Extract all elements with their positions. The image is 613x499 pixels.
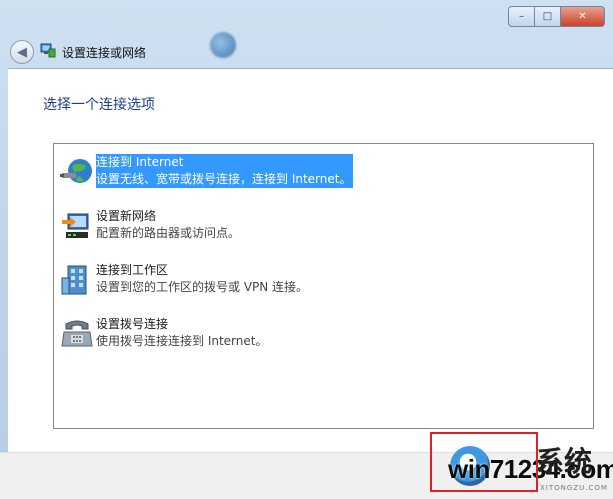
minimize-button[interactable]: – — [508, 6, 535, 27]
option-connect-workplace[interactable]: 连接到工作区 设置到您的工作区的拨号或 VPN 连接。 — [60, 262, 580, 302]
option-title: 设置拨号连接 — [96, 317, 169, 331]
content-area: 选择一个连接选项 连接到 Internet 设置无线、宽带或拨号连接，连接到 I… — [8, 68, 613, 453]
option-setup-network[interactable]: 设置新网络 配置新的路由器或访问点。 — [60, 208, 580, 248]
globe-network-icon — [60, 159, 92, 183]
option-text: 连接到工作区 设置到您的工作区的拨号或 VPN 连接。 — [96, 262, 308, 296]
option-description: 设置无线、宽带或拨号连接，连接到 Internet。 — [96, 172, 352, 186]
page-heading: 选择一个连接选项 — [43, 97, 155, 113]
option-text: 连接到 Internet 设置无线、宽带或拨号连接，连接到 Internet。 — [96, 154, 354, 188]
window-controls: – □ ✕ — [508, 6, 605, 27]
back-button[interactable]: ◀ — [10, 40, 34, 64]
close-button[interactable]: ✕ — [561, 6, 605, 27]
router-setup-icon — [62, 213, 89, 238]
option-description: 使用拨号连接连接到 Internet。 — [96, 334, 268, 348]
option-setup-dialup[interactable]: 设置拨号连接 使用拨号连接连接到 Internet。 — [60, 316, 580, 356]
option-text: 设置拨号连接 使用拨号连接连接到 Internet。 — [96, 316, 267, 350]
connection-options-list: 连接到 Internet 设置无线、宽带或拨号连接，连接到 Internet。 … — [53, 143, 594, 429]
back-arrow-icon: ◀ — [17, 44, 27, 60]
watermark-brand: 系统 — [536, 445, 593, 478]
option-connect-internet[interactable]: 连接到 Internet 设置无线、宽带或拨号连接，连接到 Internet。 — [60, 154, 580, 194]
dialup-phone-icon — [61, 320, 93, 347]
highlight-box — [430, 432, 538, 492]
option-title: 连接到工作区 — [96, 263, 169, 277]
title-bar: – □ ✕ ◀ 设置连接或网络 — [0, 0, 613, 68]
window-title: 设置连接或网络 — [62, 46, 147, 60]
option-description: 设置到您的工作区的拨号或 VPN 连接。 — [96, 280, 309, 294]
option-text: 设置新网络 配置新的路由器或访问点。 — [96, 208, 240, 242]
network-setup-icon — [40, 43, 56, 58]
option-title: 连接到 Internet — [96, 155, 184, 169]
window-frame: – □ ✕ ◀ 设置连接或网络 选择一个连接选项 连接到 Internet 设置… — [0, 0, 613, 499]
option-description: 配置新的路由器或访问点。 — [96, 226, 241, 240]
workplace-building-icon — [61, 265, 87, 295]
blurred-globe-icon — [210, 32, 236, 58]
option-title: 设置新网络 — [96, 209, 157, 223]
maximize-button[interactable]: □ — [535, 6, 561, 27]
watermark-subtext: XITONGZU.COM — [540, 484, 608, 492]
